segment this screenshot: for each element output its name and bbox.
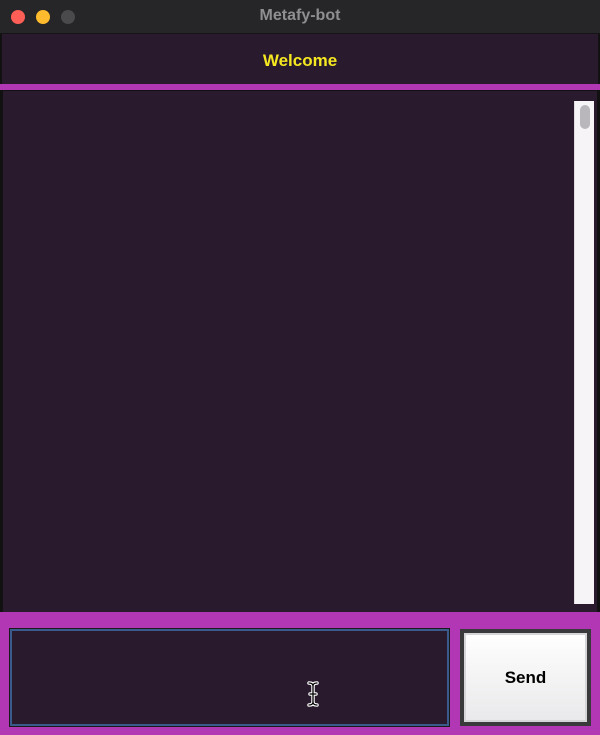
title-bar: Metafy-bot	[0, 0, 600, 34]
header: Welcome	[0, 34, 600, 84]
chat-transcript	[0, 90, 600, 612]
chat-scrollbar[interactable]	[574, 101, 594, 604]
header-title: Welcome	[262, 51, 338, 70]
message-input[interactable]	[9, 628, 450, 727]
app-window: Metafy-bot Welcome Send	[0, 0, 600, 735]
input-bar: Send	[0, 612, 600, 735]
scrollbar-thumb[interactable]	[580, 105, 590, 129]
window-title: Metafy-bot	[259, 7, 341, 24]
send-button[interactable]: Send	[460, 629, 591, 726]
